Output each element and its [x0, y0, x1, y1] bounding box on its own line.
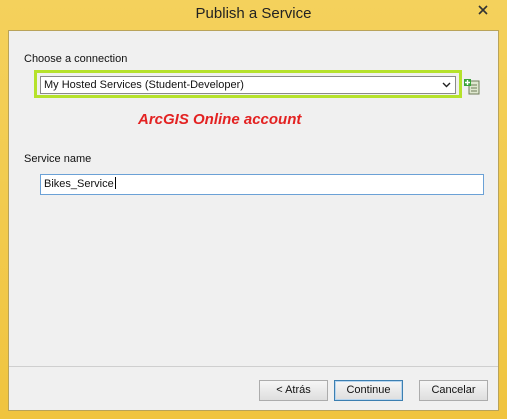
service-name-input[interactable]: Bikes_Service [40, 174, 484, 195]
connection-dropdown[interactable]: My Hosted Services (Student-Developer) [40, 76, 456, 94]
text-caret [114, 177, 116, 189]
close-icon [477, 5, 488, 15]
cancel-button[interactable]: Cancelar [419, 380, 488, 401]
arcgis-online-annotation: ArcGIS Online account [138, 111, 302, 128]
add-connection-icon [464, 79, 480, 95]
connection-selected-value: My Hosted Services (Student-Developer) [44, 79, 244, 91]
dialog-body: Choose a connection My Hosted Services (… [8, 30, 499, 411]
service-name-label: Service name [24, 153, 92, 165]
window-title: Publish a Service [195, 5, 312, 22]
footer-separator [9, 366, 498, 367]
continue-button[interactable]: Continue [334, 380, 403, 401]
service-name-value: Bikes_Service [44, 178, 114, 190]
publish-service-dialog: Publish a Service Choose a connection My… [0, 0, 507, 419]
title-bar: Publish a Service [0, 0, 507, 30]
connection-label: Choose a connection [24, 53, 128, 65]
chevron-down-icon[interactable] [439, 77, 453, 93]
close-button[interactable] [466, 0, 499, 20]
back-button[interactable]: < Atrás [259, 380, 328, 401]
add-connection-button[interactable] [463, 76, 481, 95]
